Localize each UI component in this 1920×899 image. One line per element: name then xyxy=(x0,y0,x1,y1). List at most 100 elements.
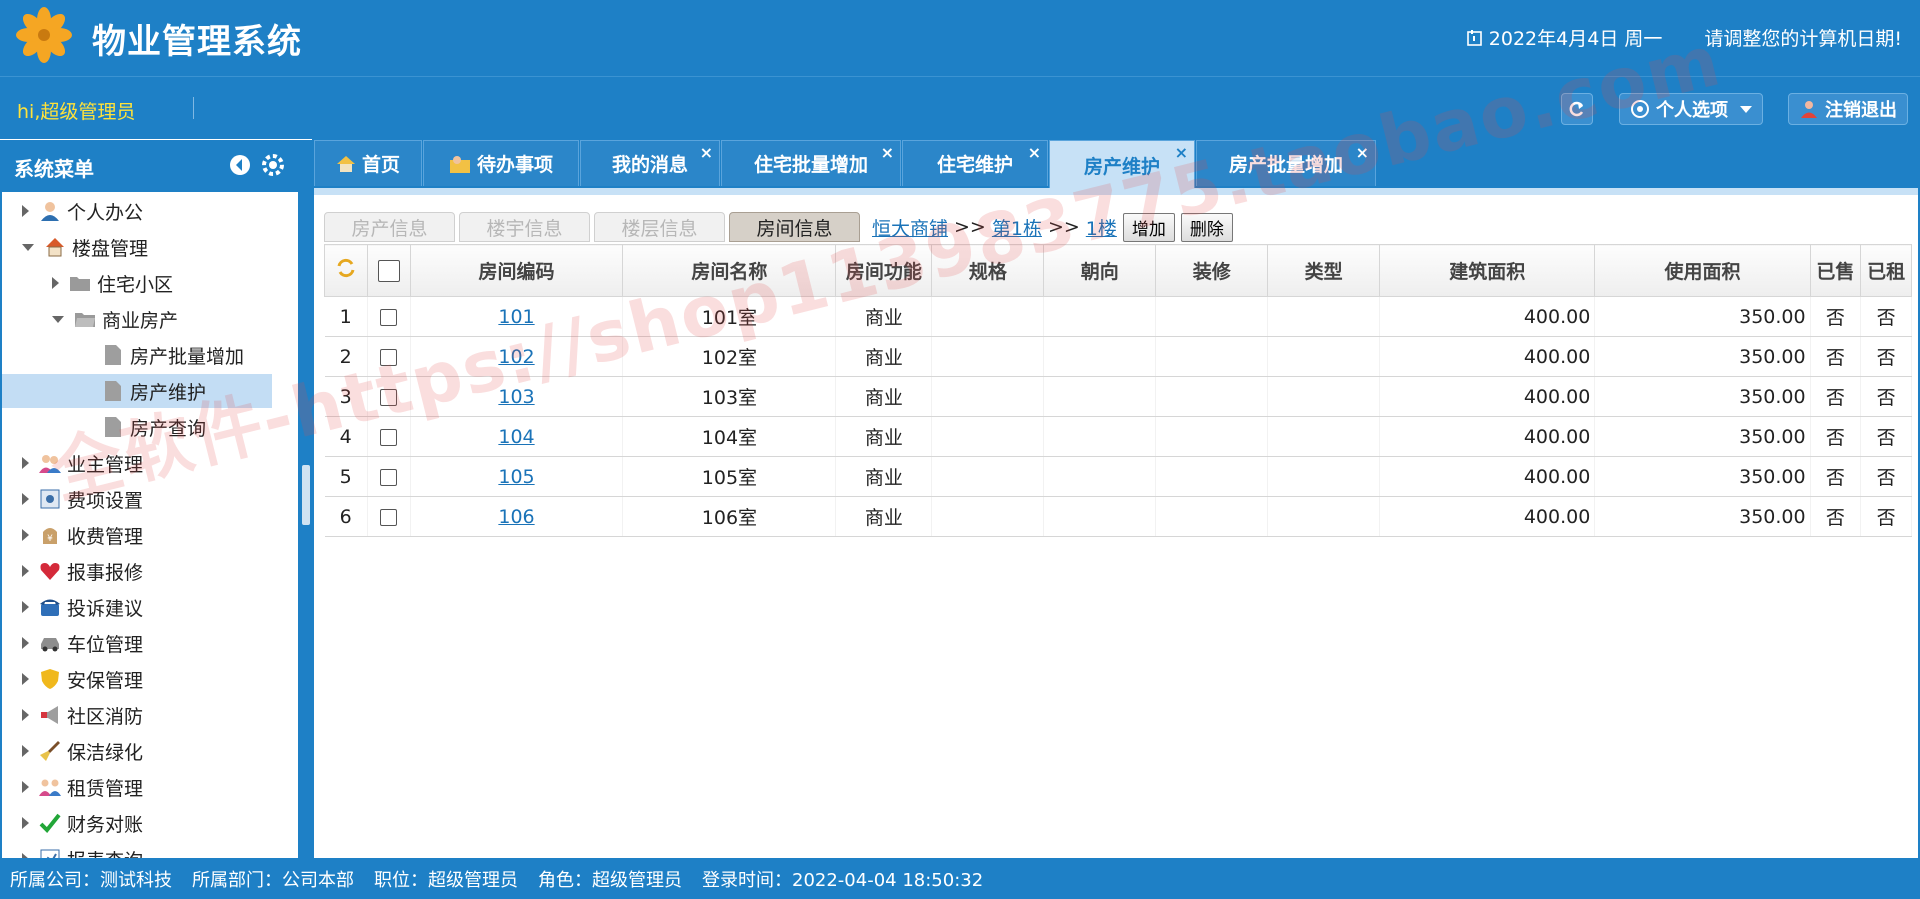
row-checkbox[interactable] xyxy=(380,428,398,446)
col-use-area[interactable]: 使用面积 xyxy=(1594,244,1811,297)
row-checkbox[interactable] xyxy=(380,468,398,486)
menu-item-charge-management[interactable]: ¥ 收费管理 xyxy=(22,518,143,552)
close-icon[interactable]: × xyxy=(881,143,894,162)
menu-item-commercial[interactable]: 商业房产 xyxy=(52,302,178,336)
personal-options-button[interactable]: 个人选项 xyxy=(1619,93,1763,125)
row-checkbox-cell[interactable] xyxy=(367,296,411,337)
tab-residential-maintenance[interactable]: 住宅维护 × xyxy=(902,140,1048,186)
menu-item-property-maintenance[interactable]: 房产维护 xyxy=(2,374,272,408)
menu-item-property-management[interactable]: 楼盘管理 xyxy=(22,230,148,264)
menu-item-batch-add[interactable]: 房产批量增加 xyxy=(102,338,244,372)
subtab-building-info[interactable]: 楼宇信息 xyxy=(459,212,590,242)
room-code-link[interactable]: 106 xyxy=(498,506,534,528)
row-checkbox-cell[interactable] xyxy=(367,336,411,377)
col-type[interactable]: 类型 xyxy=(1267,244,1381,297)
col-orientation[interactable]: 朝向 xyxy=(1043,244,1157,297)
room-code-link[interactable]: 101 xyxy=(498,306,534,328)
row-checkbox[interactable] xyxy=(380,508,398,526)
room-code-link[interactable]: 104 xyxy=(498,426,534,448)
add-button[interactable]: 增加 xyxy=(1122,212,1175,242)
expand-arrow-icon[interactable] xyxy=(22,781,29,793)
collapse-arrow-icon[interactable] xyxy=(22,243,34,251)
expand-arrow-icon[interactable] xyxy=(22,529,29,541)
expand-arrow-icon[interactable] xyxy=(22,637,29,649)
tab-residential-batch-add[interactable]: 住宅批量增加 × xyxy=(721,140,901,186)
col-build-area[interactable]: 建筑面积 xyxy=(1379,244,1596,297)
breadcrumb-link-floor[interactable]: 1楼 xyxy=(1086,214,1117,241)
close-icon[interactable]: × xyxy=(1356,143,1369,162)
menu-item-cleaning[interactable]: 保洁绿化 xyxy=(22,734,143,768)
menu-item-parking[interactable]: 车位管理 xyxy=(22,626,143,660)
expand-arrow-icon[interactable] xyxy=(22,565,29,577)
col-spec[interactable]: 规格 xyxy=(931,244,1045,297)
menu-item-finance[interactable]: 财务对账 xyxy=(22,806,143,840)
expand-arrow-icon[interactable] xyxy=(22,205,29,217)
expand-arrow-icon[interactable] xyxy=(22,673,29,685)
room-code-link[interactable]: 102 xyxy=(498,346,534,368)
table-row[interactable]: 4 104 104室 商业 400.00 350.00 否 否 xyxy=(324,416,1912,457)
menu-item-residential[interactable]: 住宅小区 xyxy=(52,266,173,300)
menu-item-fire-safety[interactable]: 社区消防 xyxy=(22,698,143,732)
subtab-property-info[interactable]: 房产信息 xyxy=(324,212,455,242)
room-code-link[interactable]: 105 xyxy=(498,466,534,488)
splitter[interactable] xyxy=(300,140,312,858)
expand-arrow-icon[interactable] xyxy=(22,745,29,757)
menu-item-repair[interactable]: 报事报修 xyxy=(22,554,143,588)
row-checkbox-cell[interactable] xyxy=(367,376,411,417)
collapse-icon[interactable] xyxy=(229,154,251,176)
select-all-header[interactable] xyxy=(366,244,411,297)
menu-item-lease[interactable]: 租赁管理 xyxy=(22,770,143,804)
splitter-handle[interactable] xyxy=(302,465,310,525)
breadcrumb-link-building[interactable]: 第1栋 xyxy=(992,214,1042,241)
subtab-room-info[interactable]: 房间信息 xyxy=(729,212,860,242)
row-checkbox-cell[interactable] xyxy=(367,496,411,537)
col-room-code[interactable]: 房间编码 xyxy=(409,244,624,297)
tab-my-messages[interactable]: 我的消息 × xyxy=(580,140,720,186)
row-checkbox[interactable] xyxy=(380,388,398,406)
row-checkbox-cell[interactable] xyxy=(367,456,411,497)
expand-arrow-icon[interactable] xyxy=(22,709,29,721)
refresh-button[interactable] xyxy=(1561,93,1593,125)
gear-icon[interactable] xyxy=(262,154,284,176)
table-row[interactable]: 6 106 106室 商业 400.00 350.00 否 否 xyxy=(324,496,1912,537)
table-row[interactable]: 1 101 101室 商业 400.00 350.00 否 否 xyxy=(324,296,1912,337)
row-checkbox[interactable] xyxy=(380,348,398,366)
row-checkbox-cell[interactable] xyxy=(367,416,411,457)
menu-item-complaints[interactable]: 投诉建议 xyxy=(22,590,143,624)
menu-item-reports[interactable]: 报表查询 xyxy=(22,842,143,858)
close-icon[interactable]: × xyxy=(1175,143,1188,162)
room-code-link[interactable]: 103 xyxy=(498,386,534,408)
select-all-checkbox[interactable] xyxy=(377,259,400,282)
subtab-floor-info[interactable]: 楼层信息 xyxy=(594,212,725,242)
logout-button[interactable]: 注销退出 xyxy=(1788,93,1908,125)
tab-property-maintenance[interactable]: 房产维护 × xyxy=(1049,140,1195,189)
tab-todo[interactable]: 待办事项 xyxy=(423,140,579,186)
table-row[interactable]: 5 105 105室 商业 400.00 350.00 否 否 xyxy=(324,456,1912,497)
table-row[interactable]: 2 102 102室 商业 400.00 350.00 否 否 xyxy=(324,336,1912,377)
collapse-arrow-icon[interactable] xyxy=(52,315,64,323)
tab-home[interactable]: 首页 xyxy=(314,140,422,186)
row-checkbox[interactable] xyxy=(380,308,398,326)
menu-item-property-query[interactable]: 房产查询 xyxy=(102,410,206,444)
col-decoration[interactable]: 装修 xyxy=(1155,244,1269,297)
close-icon[interactable]: × xyxy=(700,143,713,162)
menu-item-owner-management[interactable]: 业主管理 xyxy=(22,446,143,480)
col-room-function[interactable]: 房间功能 xyxy=(835,244,933,297)
col-room-name[interactable]: 房间名称 xyxy=(622,244,837,297)
col-rented[interactable]: 已租 xyxy=(1860,244,1912,297)
expand-arrow-icon[interactable] xyxy=(22,601,29,613)
menu-item-security[interactable]: 安保管理 xyxy=(22,662,143,696)
reload-header[interactable] xyxy=(324,244,368,297)
delete-button[interactable]: 删除 xyxy=(1180,212,1233,242)
menu-item-personal-office[interactable]: 个人办公 xyxy=(22,194,143,228)
expand-arrow-icon[interactable] xyxy=(22,493,29,505)
expand-arrow-icon[interactable] xyxy=(22,457,29,469)
close-icon[interactable]: × xyxy=(1028,143,1041,162)
expand-arrow-icon[interactable] xyxy=(22,817,29,829)
menu-item-fee-settings[interactable]: 费项设置 xyxy=(22,482,143,516)
expand-arrow-icon[interactable] xyxy=(52,277,59,289)
col-sold[interactable]: 已售 xyxy=(1809,244,1862,297)
table-row[interactable]: 3 103 103室 商业 400.00 350.00 否 否 xyxy=(324,376,1912,417)
breadcrumb-link-estate[interactable]: 恒大商铺 xyxy=(872,214,948,241)
tab-property-batch-add[interactable]: 房产批量增加 × xyxy=(1196,140,1376,186)
